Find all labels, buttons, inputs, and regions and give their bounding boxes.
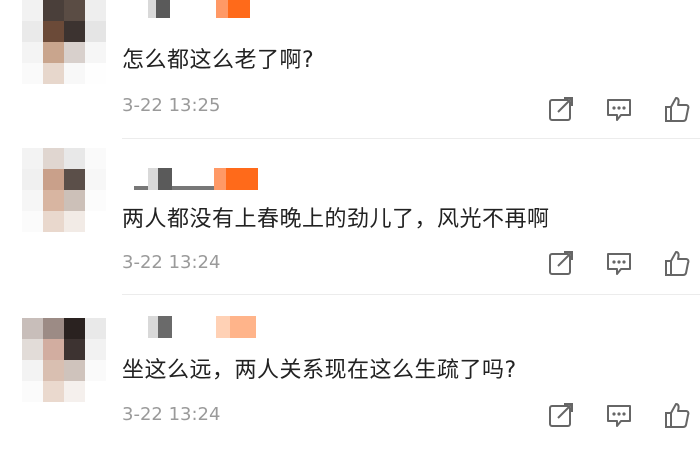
comment-item: 怎么都这么老了啊? 3-22 13:25 [0, 0, 700, 140]
comment-actions [546, 94, 694, 124]
comment-text: 坐这么远，两人关系现在这么生疏了吗? [122, 358, 517, 383]
comment-text: 怎么都这么老了啊? [122, 48, 315, 73]
thumbs-up-icon[interactable] [662, 248, 692, 278]
comment-actions [546, 248, 694, 278]
avatar[interactable] [22, 148, 106, 232]
divider [122, 294, 700, 295]
comment-time: 3-22 13:24 [122, 252, 221, 273]
share-icon[interactable] [546, 248, 576, 278]
comment-text: 两人都没有上春晚上的劲儿了，风光不再啊 [122, 207, 550, 232]
comment-item: 两人都没有上春晚上的劲儿了，风光不再啊 3-22 13:24 [0, 138, 700, 288]
comment-time: 3-22 13:24 [122, 404, 221, 425]
share-icon[interactable] [546, 94, 576, 124]
comment-time: 3-22 13:25 [122, 95, 221, 116]
thumbs-up-icon[interactable] [662, 94, 692, 124]
comment-icon[interactable] [604, 248, 634, 278]
avatar[interactable] [22, 318, 106, 402]
comment-icon[interactable] [604, 94, 634, 124]
comment-item: 坐这么远，两人关系现在这么生疏了吗? 3-22 13:24 [0, 304, 700, 454]
avatar[interactable] [22, 0, 106, 84]
